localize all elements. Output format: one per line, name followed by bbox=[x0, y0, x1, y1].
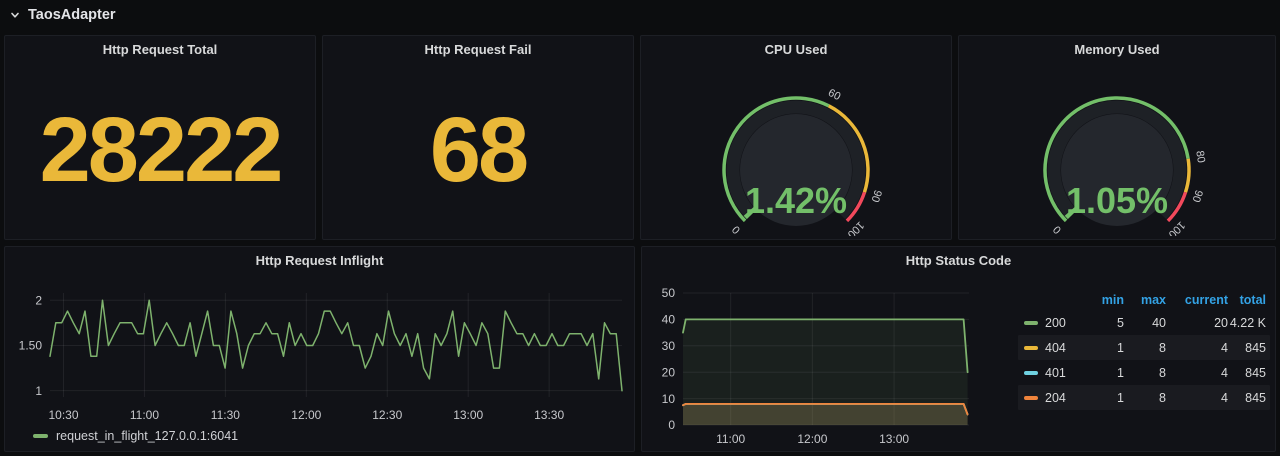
gauge-tick-label: 0 bbox=[1051, 223, 1064, 236]
legend-value-current: 4 bbox=[1166, 391, 1228, 405]
panel-http-request-fail: Http Request Fail 68 bbox=[322, 35, 634, 240]
x-axis-tick-label: 13:30 bbox=[534, 408, 564, 422]
x-axis-tick-label: 11:00 bbox=[716, 432, 745, 446]
legend-swatch bbox=[1024, 371, 1038, 375]
legend-swatch bbox=[33, 434, 48, 438]
legend-header-min[interactable]: min bbox=[1088, 293, 1124, 307]
legend-row-204: 204 184845 bbox=[1018, 385, 1270, 410]
legend-series-404[interactable]: 404 bbox=[1024, 341, 1088, 355]
y-axis-tick-label: 1 bbox=[35, 384, 42, 398]
gauge-tick-label: 0 bbox=[730, 223, 743, 236]
legend-value-current: 20 bbox=[1166, 316, 1228, 330]
y-axis-tick-label: 20 bbox=[662, 365, 676, 379]
cpu-gauge: 060901001.42% bbox=[641, 64, 951, 239]
legend-swatch bbox=[1024, 396, 1038, 400]
y-axis-tick-label: 30 bbox=[662, 339, 676, 353]
legend-value-max: 8 bbox=[1124, 341, 1166, 355]
stat-value-http-request-total: 28222 bbox=[5, 62, 315, 239]
series-fill-204 bbox=[683, 404, 968, 425]
y-axis-tick-label: 40 bbox=[662, 313, 676, 327]
row-header-taosadapter[interactable]: TaosAdapter bbox=[0, 0, 116, 30]
legend-series-name: 200 bbox=[1045, 316, 1066, 330]
legend-value-total: 845 bbox=[1228, 391, 1266, 405]
legend-header-current[interactable]: current bbox=[1166, 293, 1228, 307]
legend-value-min: 1 bbox=[1088, 366, 1124, 380]
x-axis-tick-label: 11:00 bbox=[130, 408, 159, 422]
legend-series-200[interactable]: 200 bbox=[1024, 316, 1088, 330]
panel-title[interactable]: Http Request Inflight bbox=[5, 247, 634, 273]
legend-value-total: 845 bbox=[1228, 341, 1266, 355]
legend-value-current: 4 bbox=[1166, 366, 1228, 380]
panel-title[interactable]: Http Request Total bbox=[5, 36, 315, 62]
gauge-tick-label: 80 bbox=[1193, 150, 1207, 164]
gauge-tick-label: 90 bbox=[868, 188, 883, 203]
gauge-tick-label: 90 bbox=[1189, 188, 1204, 203]
panel-title[interactable]: CPU Used bbox=[641, 36, 951, 62]
y-axis-tick-label: 50 bbox=[662, 286, 676, 300]
x-axis-tick-label: 13:00 bbox=[453, 408, 483, 422]
legend-row-200: 200 540204.22 K bbox=[1018, 310, 1270, 335]
legend-series-name: 404 bbox=[1045, 341, 1066, 355]
legend-row-404: 404 184845 bbox=[1018, 335, 1270, 360]
x-axis-tick-label: 13:00 bbox=[879, 432, 909, 446]
legend-value-max: 8 bbox=[1124, 391, 1166, 405]
panel-cpu-used: CPU Used 060901001.42% bbox=[640, 35, 952, 240]
panel-http-request-total: Http Request Total 28222 bbox=[4, 35, 316, 240]
x-axis-tick-label: 12:00 bbox=[797, 432, 827, 446]
legend-row-401: 401 184845 bbox=[1018, 360, 1270, 385]
panel-http-status-code: Http Status Code 0 10 20 30 40 50 11:00 12:00 13… bbox=[641, 246, 1276, 452]
legend-header-total[interactable]: total bbox=[1228, 293, 1266, 307]
stat-value-http-request-fail: 68 bbox=[323, 62, 633, 239]
status-chart-plot[interactable]: 0 10 20 30 40 50 11:00 12:00 13:00 bbox=[643, 273, 1003, 451]
legend-item-request-in-flight[interactable]: request_in_flight_127.0.0.1:6041 bbox=[33, 429, 238, 443]
panel-memory-used: Memory Used 080901001.05% bbox=[958, 35, 1276, 240]
chevron-down-icon bbox=[9, 9, 21, 21]
panel-title[interactable]: Http Request Fail bbox=[323, 36, 633, 62]
gauge-value-text: 1.42% bbox=[745, 180, 847, 221]
legend-value-max: 40 bbox=[1124, 316, 1166, 330]
x-axis-tick-label: 12:00 bbox=[291, 408, 321, 422]
legend-value-min: 1 bbox=[1088, 391, 1124, 405]
legend-value-total: 845 bbox=[1228, 366, 1266, 380]
x-axis-tick-label: 11:30 bbox=[211, 408, 240, 422]
legend-value-current: 4 bbox=[1166, 341, 1228, 355]
gauge-tick-label: 60 bbox=[826, 87, 842, 103]
legend-value-max: 8 bbox=[1124, 366, 1166, 380]
legend-value-min: 1 bbox=[1088, 341, 1124, 355]
row-title: TaosAdapter bbox=[28, 7, 116, 23]
inflight-chart-plot[interactable]: 1 1.50 2 10:30 11:00 11:30 12:00 12:30 13:00 13:3… bbox=[6, 273, 633, 429]
y-axis-tick-label: 0 bbox=[668, 418, 675, 432]
memory-gauge: 080901001.05% bbox=[959, 64, 1275, 239]
legend-series-name: 401 bbox=[1045, 366, 1066, 380]
legend-series-204[interactable]: 204 bbox=[1024, 391, 1088, 405]
panel-title[interactable]: Memory Used bbox=[959, 36, 1275, 62]
legend-header-max[interactable]: max bbox=[1124, 293, 1166, 307]
x-axis-tick-label: 10:30 bbox=[48, 408, 78, 422]
y-axis-tick-label: 1.50 bbox=[19, 339, 43, 353]
y-axis-tick-label: 2 bbox=[35, 293, 42, 307]
gauge-value-text: 1.05% bbox=[1066, 180, 1168, 221]
legend-series-401[interactable]: 401 bbox=[1024, 366, 1088, 380]
panel-http-request-inflight: Http Request Inflight 1 1.50 2 10:30 11:00 11… bbox=[4, 246, 635, 452]
status-legend-table: minmaxcurrenttotal200540204.22 K40418484… bbox=[1018, 289, 1270, 410]
legend-header-row: minmaxcurrenttotal bbox=[1018, 289, 1270, 310]
legend-series-name: 204 bbox=[1045, 391, 1066, 405]
y-axis-tick-label: 10 bbox=[662, 392, 676, 406]
legend-value-total: 4.22 K bbox=[1228, 316, 1266, 330]
x-axis-tick-label: 12:30 bbox=[372, 408, 402, 422]
legend-value-min: 5 bbox=[1088, 316, 1124, 330]
legend-swatch bbox=[1024, 346, 1038, 350]
panel-title[interactable]: Http Status Code bbox=[642, 247, 1275, 273]
legend-swatch bbox=[1024, 321, 1038, 325]
legend-label: request_in_flight_127.0.0.1:6041 bbox=[56, 429, 238, 443]
